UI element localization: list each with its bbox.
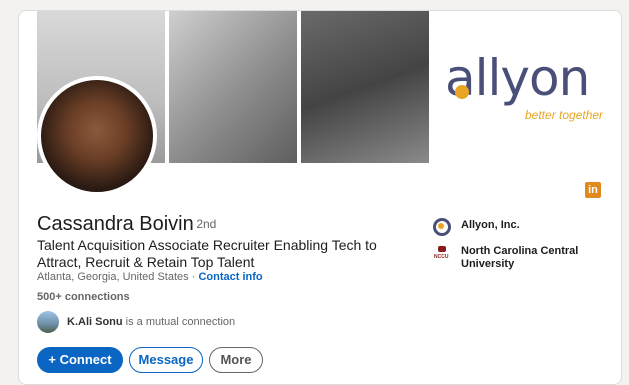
profile-location-line: Atlanta, Georgia, United States · Contac… <box>37 271 263 283</box>
current-company-name: Allyon, Inc. <box>461 219 520 231</box>
banner-image-server <box>301 11 429 163</box>
profile-name: Cassandra Boivin <box>37 213 194 235</box>
allyon-logo-tagline: better together <box>525 108 604 122</box>
connect-button[interactable]: + Connect <box>37 347 123 373</box>
linkedin-icon: in <box>585 182 601 198</box>
more-button[interactable]: More <box>209 347 263 373</box>
mutual-connection-avatar <box>37 311 59 333</box>
mutual-connection-suffix: is a mutual connection <box>122 316 236 328</box>
connections-count[interactable]: 500+ connections <box>37 291 130 303</box>
mutual-connection-text: K.Ali Sonu is a mutual connection <box>67 316 235 328</box>
allyon-logo: allyon better together <box>433 11 621 163</box>
nccu-crest-icon <box>438 246 446 252</box>
nccu-icon-text: NCCU <box>434 254 449 260</box>
allyon-logo-word: allyon <box>445 49 590 107</box>
allyon-company-icon <box>433 218 451 236</box>
banner-image-hands <box>169 11 297 163</box>
allyon-logo-dot <box>455 85 469 99</box>
profile-avatar[interactable] <box>37 76 157 196</box>
mutual-connection-name: K.Ali Sonu <box>67 316 123 328</box>
profile-location: Atlanta, Georgia, United States · <box>37 271 196 283</box>
education-school-name: North Carolina Central University <box>461 245 579 270</box>
message-button[interactable]: Message <box>129 347 203 373</box>
profile-card: allyon better together in Cassandra Boiv… <box>18 10 622 385</box>
connection-degree: · 2nd <box>189 217 217 231</box>
profile-headline: Talent Acquisition Associate Recruiter E… <box>37 237 377 270</box>
contact-info-link[interactable]: Contact info <box>198 271 262 283</box>
nccu-school-icon: NCCU <box>433 244 451 262</box>
